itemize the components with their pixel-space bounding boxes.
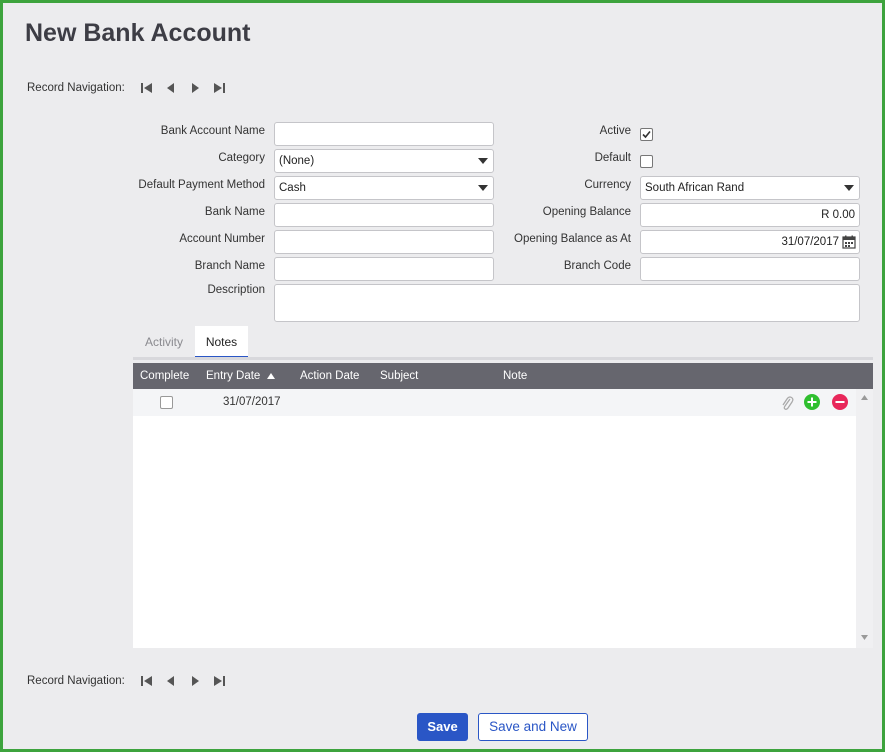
notes-grid: Complete Entry Date Action Date Subject … [133,363,873,648]
description-textarea[interactable] [274,284,860,322]
column-subject[interactable]: Subject [380,363,418,389]
currency-select[interactable]: South African Rand [640,176,860,200]
opening-balance-input[interactable]: R 0.00 [640,203,860,227]
dropdown-arrow-icon [844,185,854,191]
currency-label: Currency [584,179,631,191]
account-number-input[interactable] [274,230,494,254]
tab-notes[interactable]: Notes [195,326,248,359]
save-and-new-button[interactable]: Save and New [478,713,588,741]
page-title: New Bank Account [25,19,251,47]
column-entry-date[interactable]: Entry Date [206,363,275,389]
branch-code-label: Branch Code [563,260,631,272]
opening-balance-as-at-value: 31/07/2017 [781,236,839,248]
column-complete[interactable]: Complete [140,363,189,389]
bank-account-name-label: Bank Account Name [160,125,265,137]
opening-balance-as-at-label: Opening Balance as At [514,233,631,245]
grid-scrollbar[interactable] [856,389,873,648]
scroll-down-icon[interactable] [861,635,868,640]
table-row[interactable]: 31/07/2017 [133,389,856,416]
last-record-button[interactable] [207,673,231,689]
window-frame: New Bank Account Record Navigation: Bank… [0,0,885,752]
first-record-icon [140,83,152,93]
remove-icon[interactable] [832,394,848,410]
calendar-icon[interactable] [842,235,856,249]
checkmark-icon [642,130,651,139]
active-checkbox[interactable] [640,128,653,141]
record-navigation-label: Record Navigation: [27,82,125,94]
active-label: Active [599,125,631,137]
previous-record-button[interactable] [159,80,183,96]
category-select[interactable]: (None) [274,149,494,173]
default-payment-method-value: Cash [279,182,306,194]
first-record-button[interactable] [135,673,159,689]
next-record-icon [191,83,199,93]
first-record-button[interactable] [135,80,159,96]
sort-ascending-icon [266,373,275,379]
category-value: (None) [279,155,315,167]
currency-value: South African Rand [645,182,745,194]
opening-balance-label: Opening Balance [542,206,631,218]
paperclip-icon[interactable] [780,395,794,411]
default-label: Default [594,152,631,164]
tab-activity[interactable]: Activity [133,326,195,359]
default-checkbox[interactable] [640,155,653,168]
opening-balance-as-at-input[interactable]: 31/07/2017 [640,230,860,254]
bank-name-input[interactable] [274,203,494,227]
scroll-up-icon[interactable] [861,395,868,400]
record-navigation-label: Record Navigation: [27,675,125,687]
branch-name-label: Branch Name [194,260,265,272]
first-record-icon [140,676,152,686]
next-record-icon [191,676,199,686]
next-record-button[interactable] [183,673,207,689]
record-navigation-bottom: Record Navigation: [27,672,231,690]
column-note[interactable]: Note [503,363,527,389]
previous-record-button[interactable] [159,673,183,689]
last-record-icon [213,676,225,686]
default-payment-method-label: Default Payment Method [138,179,265,191]
add-icon[interactable] [804,394,820,410]
row-complete-checkbox[interactable] [160,396,173,409]
bank-account-name-input[interactable] [274,122,494,146]
save-button[interactable]: Save [417,713,468,741]
branch-name-input[interactable] [274,257,494,281]
branch-code-input[interactable] [640,257,860,281]
column-entry-date-label: Entry Date [206,370,261,382]
description-label: Description [207,284,265,296]
record-navigation-top: Record Navigation: [27,79,231,97]
column-action-date[interactable]: Action Date [300,363,359,389]
last-record-icon [213,83,225,93]
row-entry-date: 31/07/2017 [223,396,281,408]
category-label: Category [218,152,265,164]
next-record-button[interactable] [183,80,207,96]
previous-record-icon [166,83,174,93]
bank-name-label: Bank Name [204,206,265,218]
last-record-button[interactable] [207,80,231,96]
previous-record-icon [166,676,174,686]
tab-divider [133,357,873,360]
default-payment-method-select[interactable]: Cash [274,176,494,200]
grid-header: Complete Entry Date Action Date Subject … [133,363,873,389]
account-number-label: Account Number [179,233,265,245]
